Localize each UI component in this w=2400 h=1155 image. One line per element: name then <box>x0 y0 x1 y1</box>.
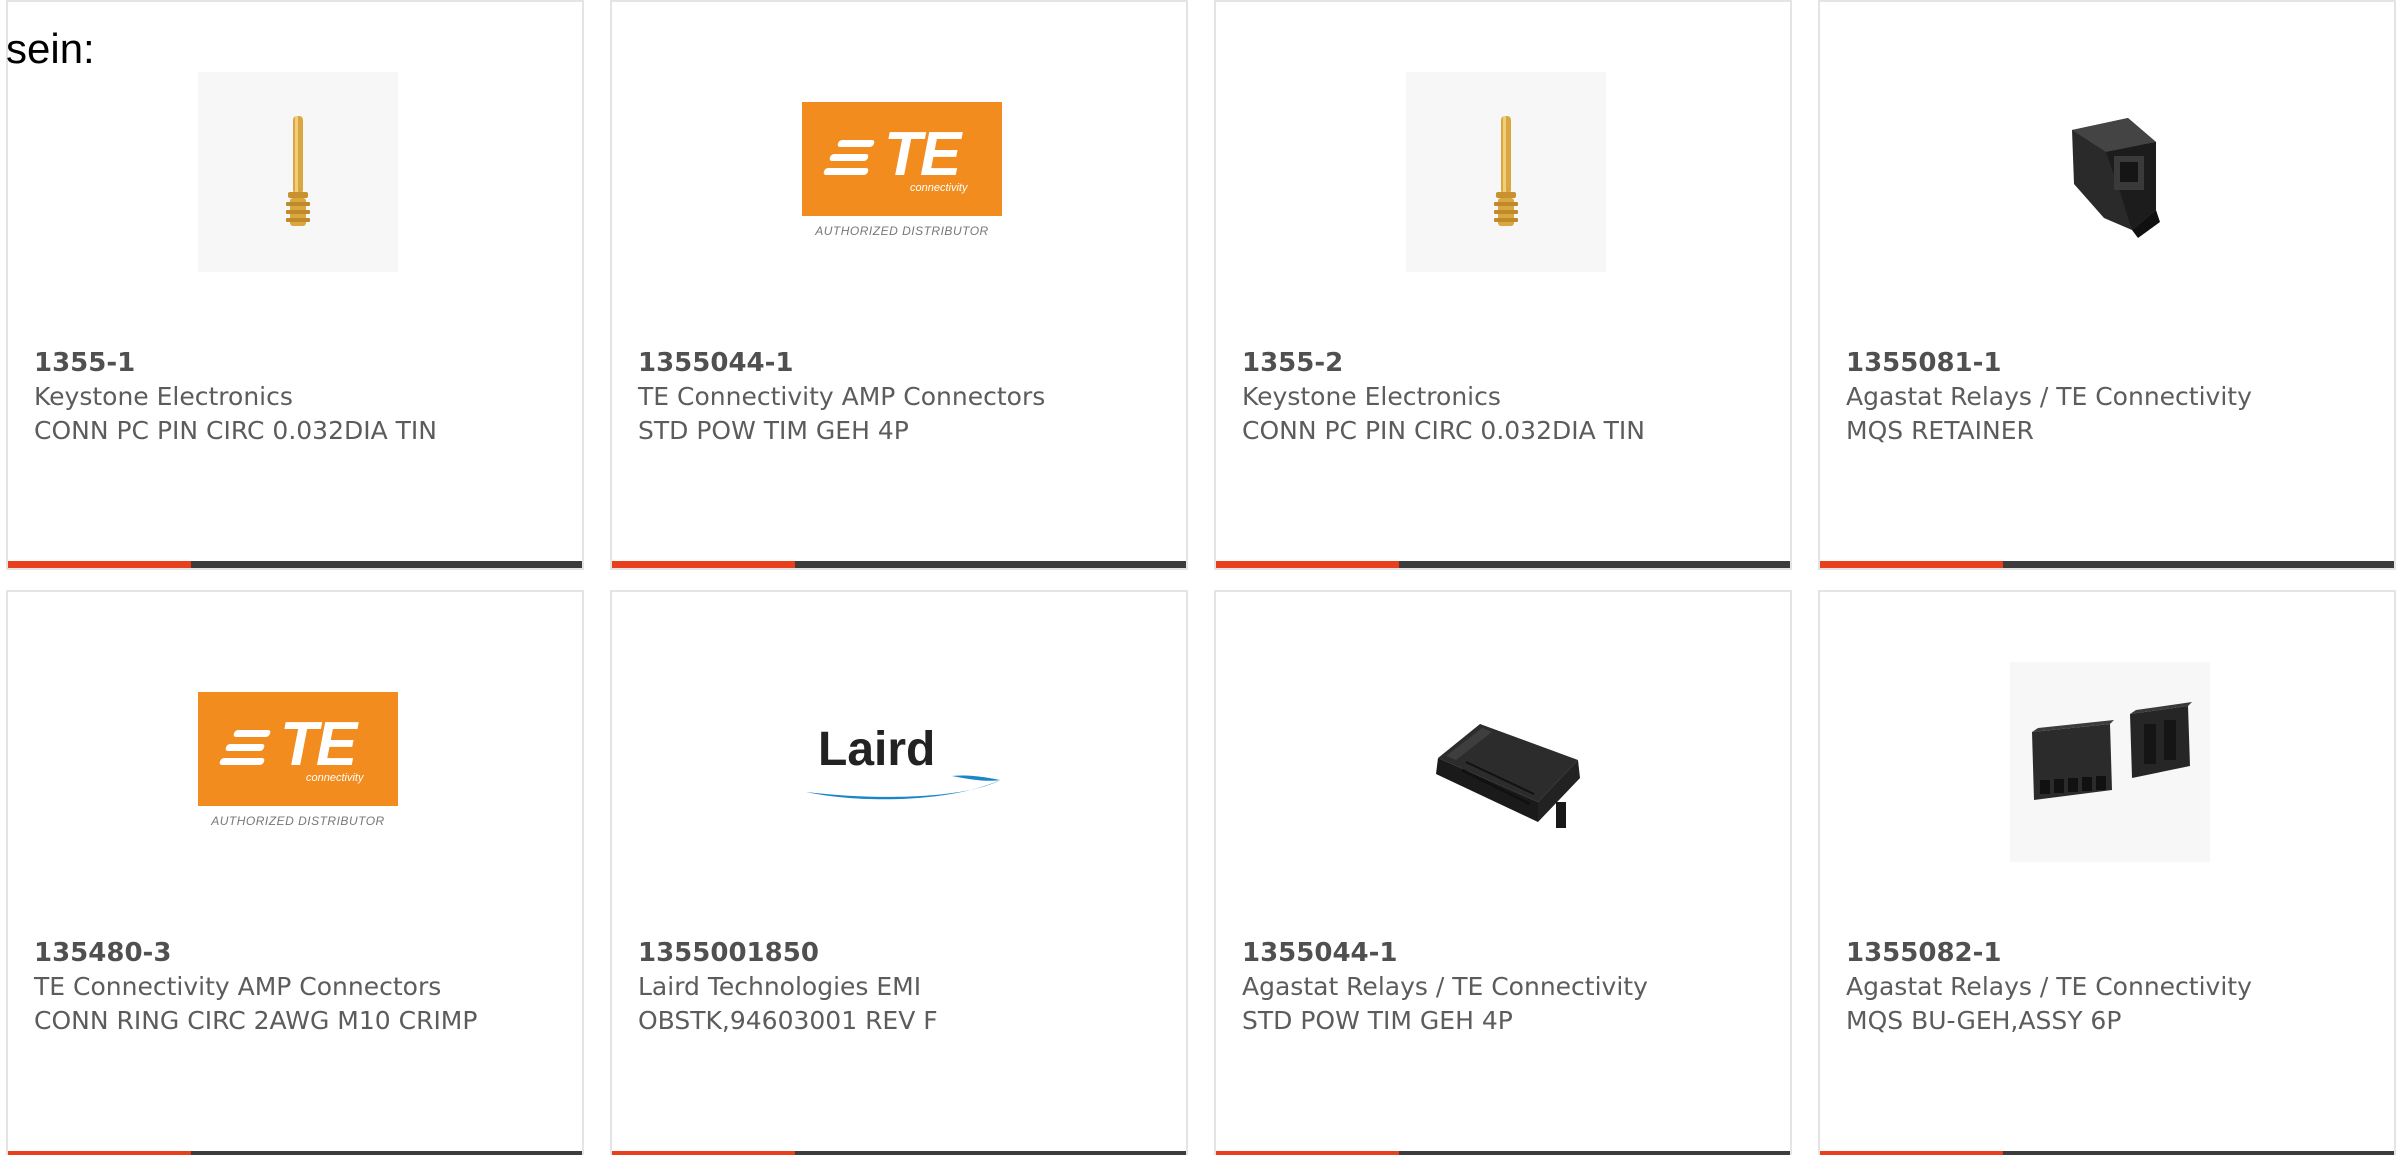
card-bottom-bar <box>1216 1151 1790 1155</box>
product-card[interactable]: TE connectivity AUTHORIZED DISTRIBUTOR 1… <box>6 590 584 1155</box>
part-number[interactable]: 1355-2 <box>1242 346 1343 380</box>
part-number[interactable]: 1355082-1 <box>1846 936 2002 970</box>
product-page: sein: 1355-1 Keystone Electronics CONN P… <box>0 0 2400 1155</box>
product-card[interactable]: 1355-2 Keystone Electronics CONN PC PIN … <box>1214 0 1792 570</box>
te-logo: TE connectivity AUTHORIZED DISTRIBUTOR <box>198 692 398 832</box>
product-card[interactable]: Laird 1355001850 Laird Technologies EMI … <box>610 590 1188 1155</box>
description: MQS RETAINER <box>1846 416 2034 445</box>
card-bottom-bar <box>1820 561 2394 568</box>
card-bottom-bar <box>8 1151 582 1155</box>
black-housing-image <box>1436 724 1580 828</box>
manufacturer: Agastat Relays / TE Connectivity <box>1846 382 2252 411</box>
product-image[interactable] <box>2010 72 2210 272</box>
product-card[interactable]: 1355-1 Keystone Electronics CONN PC PIN … <box>6 0 584 570</box>
product-card[interactable]: 1355081-1 Agastat Relays / TE Connectivi… <box>1818 0 2396 570</box>
description: CONN PC PIN CIRC 0.032DIA TIN <box>34 416 438 445</box>
gold-pin-image <box>286 116 310 226</box>
card-accent <box>8 561 191 568</box>
description: CONN PC PIN CIRC 0.032DIA TIN <box>1242 416 1646 445</box>
card-bottom-bar <box>612 561 1186 568</box>
product-grid: 1355-1 Keystone Electronics CONN PC PIN … <box>6 0 2400 1155</box>
manufacturer: TE Connectivity AMP Connectors <box>638 382 1046 411</box>
black-retainer-image <box>2072 118 2160 238</box>
description: CONN RING CIRC 2AWG M10 CRIMP <box>34 1006 478 1035</box>
manufacturer: Agastat Relays / TE Connectivity <box>1242 972 1648 1001</box>
part-number[interactable]: 1355-1 <box>34 346 135 380</box>
manufacturer: Agastat Relays / TE Connectivity <box>1846 972 2252 1001</box>
product-card[interactable]: TE connectivity AUTHORIZED DISTRIBUTOR 1… <box>610 0 1188 570</box>
black-connector-pair-image <box>2032 702 2192 800</box>
part-number[interactable]: 1355044-1 <box>638 346 794 380</box>
product-image[interactable] <box>2010 662 2210 862</box>
product-image[interactable]: TE connectivity AUTHORIZED DISTRIBUTOR <box>198 662 398 862</box>
te-logo: TE connectivity AUTHORIZED DISTRIBUTOR <box>802 102 1002 242</box>
card-accent <box>1216 1151 1399 1155</box>
description: STD POW TIM GEH 4P <box>1242 1006 1513 1035</box>
card-accent <box>8 1151 191 1155</box>
intro-text: sein: <box>6 25 95 72</box>
card-accent <box>612 1151 795 1155</box>
card-bottom-bar <box>1216 561 1790 568</box>
part-number[interactable]: 1355001850 <box>638 936 819 970</box>
product-card[interactable]: 1355082-1 Agastat Relays / TE Connectivi… <box>1818 590 2396 1155</box>
card-accent <box>612 561 795 568</box>
manufacturer: Keystone Electronics <box>1242 382 1501 411</box>
manufacturer: TE Connectivity AMP Connectors <box>34 972 442 1001</box>
card-bottom-bar <box>8 561 582 568</box>
description: STD POW TIM GEH 4P <box>638 416 909 445</box>
gold-pin-image <box>1494 116 1518 226</box>
part-number[interactable]: 1355044-1 <box>1242 936 1398 970</box>
part-number[interactable]: 1355081-1 <box>1846 346 2002 380</box>
card-bottom-bar <box>1820 1151 2394 1155</box>
product-card[interactable]: 1355044-1 Agastat Relays / TE Connectivi… <box>1214 590 1792 1155</box>
laird-logo: Laird <box>802 722 1002 802</box>
product-image[interactable]: TE connectivity AUTHORIZED DISTRIBUTOR <box>802 72 1002 272</box>
card-accent <box>1216 561 1399 568</box>
manufacturer: Laird Technologies EMI <box>638 972 922 1001</box>
manufacturer: Keystone Electronics <box>34 382 293 411</box>
product-image[interactable]: Laird <box>802 662 1002 862</box>
product-image[interactable] <box>1406 72 1606 272</box>
description: MQS BU-GEH,ASSY 6P <box>1846 1006 2122 1035</box>
product-image[interactable] <box>1406 662 1606 862</box>
card-accent <box>1820 561 2003 568</box>
card-bottom-bar <box>612 1151 1186 1155</box>
product-image[interactable] <box>198 72 398 272</box>
card-accent <box>1820 1151 2003 1155</box>
part-number[interactable]: 135480-3 <box>34 936 171 970</box>
description: OBSTK,94603001 REV F <box>638 1006 938 1035</box>
